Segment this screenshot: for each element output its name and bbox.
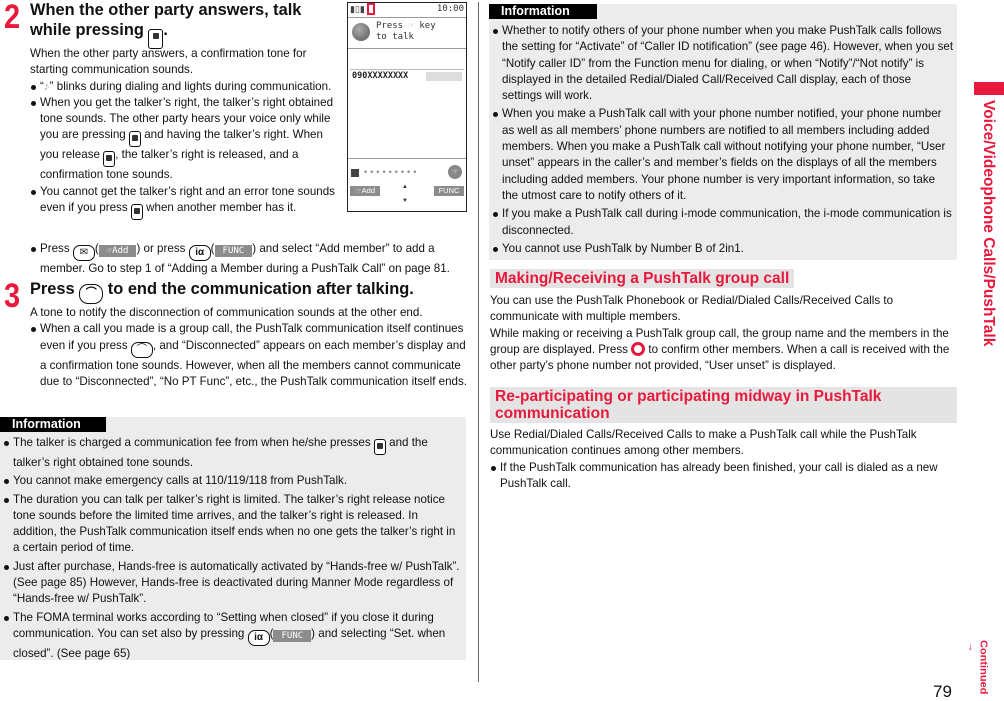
continued-label: Continued→ [965, 640, 989, 695]
imode-key-icon: iα [188, 245, 211, 261]
section-heading: Re-participating or participating midway… [490, 387, 957, 423]
step-heading-line1: When the other party answers, talk [30, 1, 302, 19]
step-heading-line2: while pressing . [30, 20, 350, 49]
info-item: When you make a PushTalk call with your … [492, 106, 954, 204]
bullet: “♪” blinks during dialing and lights dur… [30, 79, 344, 95]
member-icon [351, 169, 359, 177]
page-number: 79 [933, 682, 952, 701]
phone-screen-illustration: ▮▯▮ 10:00 Press ☞ key to talk 090XXXXXXX… [347, 2, 467, 212]
clock: 10:00 [436, 4, 464, 14]
arrow-right-icon: → [965, 641, 977, 653]
step-heading: When the other party answers, talk while… [30, 0, 350, 49]
info-item: If you make a PushTalk call during i-mod… [492, 206, 954, 239]
func-softkey-icon: FUNC [273, 629, 312, 642]
info-item: You cannot make emergency calls at 110/1… [3, 473, 461, 489]
mail-key-icon: ✉ [72, 245, 95, 261]
push-talk-key-icon [130, 204, 143, 221]
step2-intro: When the other party answers, a confirma… [30, 47, 307, 77]
info-item: Whether to notify others of your phone n… [492, 23, 954, 104]
step-number: 3 [4, 277, 21, 315]
info-item: The FOMA terminal works according to “Se… [3, 610, 461, 663]
step3-intro: A tone to notify the disconnection of co… [30, 306, 423, 319]
talk-button-icon: ☞ [448, 165, 462, 179]
paragraph: You can use the PushTalk Phonebook or Re… [490, 294, 894, 324]
chapter-side-label: Voice/Videophone Calls/PushTalk [980, 100, 997, 347]
push-talk-key-icon [103, 151, 116, 168]
imode-key-icon: iα [247, 629, 270, 646]
end-key-icon: ⌒ [130, 341, 153, 358]
bullet: When you get the talker’s right, the tal… [30, 95, 344, 184]
bullet: If the PushTalk communication has alread… [490, 460, 958, 493]
info-item: The talker is charged a communication fe… [3, 435, 461, 471]
prompt-area: Press ☞ key to talk [348, 18, 466, 49]
softkey-func: FUNC [434, 186, 464, 196]
bullet: You cannot get the talker’s right and an… [30, 184, 344, 221]
information-label: Information [0, 417, 106, 432]
paragraph: While making or receiving a PushTalk gro… [490, 326, 950, 373]
signal-icon: ▮▯▮ [350, 4, 365, 14]
side-tab-marker [974, 82, 1004, 95]
status-chip [426, 72, 462, 81]
multi-cursor-key-icon [631, 341, 646, 356]
phone-number: 090XXXXXXXX [352, 71, 409, 81]
nav-down-icon: ▼ [402, 198, 408, 204]
step-heading: Press ⌒ to end the communication after t… [30, 279, 470, 304]
section-body: Use Redial/Dialed Calls/Received Calls t… [490, 427, 958, 492]
divider [350, 69, 464, 70]
push-talk-key-icon [373, 439, 386, 455]
softkey-add: ☞Add [350, 186, 380, 196]
information-label: Information [489, 4, 597, 19]
section-heading: Making/Receiving a PushTalk group call [490, 269, 795, 288]
step-number: 2 [4, 0, 21, 36]
status-bar: ▮▯▮ 10:00 [348, 3, 466, 18]
divider [348, 158, 466, 159]
nav-up-icon: ▲ [402, 184, 408, 190]
information-box: Information The talker is charged a comm… [0, 417, 466, 660]
info-item: The duration you can talk per talker’s r… [3, 492, 461, 557]
step3-body: A tone to notify the disconnection of co… [30, 305, 470, 390]
column-divider [478, 2, 479, 682]
info-item: You cannot use PushTalk by Number B of 2… [492, 241, 954, 257]
step2-body-cont: Press ✉(☞Add) or press iα(FUNC) and sele… [30, 241, 470, 277]
bullet: When a call you made is a group call, th… [30, 321, 470, 390]
push-key-glyph-icon: ☞ [408, 21, 414, 31]
paragraph: Use Redial/Dialed Calls/Received Calls t… [490, 428, 917, 458]
func-softkey-icon: FUNC [214, 245, 253, 257]
highlight-marker-icon [367, 3, 375, 15]
members-dots: ••••••••• [364, 167, 420, 177]
end-key-icon: ⌒ [79, 284, 104, 304]
bullet: Press ✉(☞Add) or press iα(FUNC) and sele… [30, 241, 470, 277]
talk-indicator-icon [352, 23, 370, 41]
step2-body: When the other party answers, a confirma… [30, 46, 344, 221]
section-body: You can use the PushTalk Phonebook or Re… [490, 293, 958, 374]
add-softkey-icon: ☞Add [98, 245, 137, 257]
info-item: Just after purchase, Hands-free is autom… [3, 559, 461, 608]
information-box: Information Whether to notify others of … [489, 4, 957, 260]
push-talk-key-icon [128, 131, 141, 148]
